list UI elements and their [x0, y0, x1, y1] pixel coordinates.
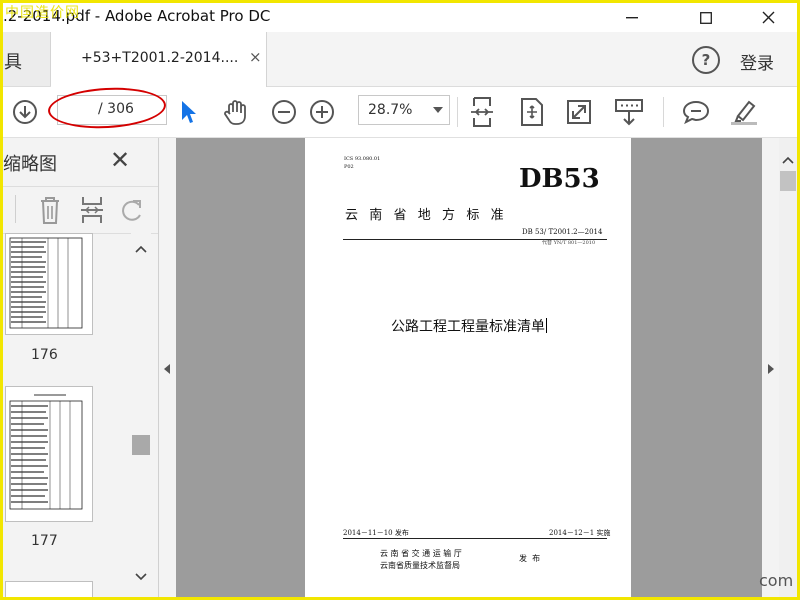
fit-width-icon	[471, 97, 493, 127]
standard-category: 云 南 省 地 方 标 准	[345, 208, 505, 223]
watermark-text: 中国造价网	[5, 5, 80, 21]
zoom-in-button[interactable]	[306, 87, 338, 137]
corner-watermark: com	[759, 571, 794, 590]
thumbnail-page-number: 177	[31, 533, 58, 549]
issuer-line-2: 云南省质量技术监督局	[380, 561, 460, 570]
page-thumbnail[interactable]	[5, 386, 93, 522]
zoom-in-icon	[310, 100, 334, 124]
tab-tools[interactable]: 具	[3, 32, 51, 86]
title-bar: .2-2014.pdf - Adobe Acrobat Pro DC 中国造价网	[3, 3, 797, 32]
replaces-code: 代替 YN/T 801—2010	[542, 240, 596, 246]
tab-document[interactable]: +53+T2001.2-2014.... ×	[51, 32, 267, 87]
thumbnail-image	[9, 394, 83, 510]
issuer-line-1: 云 南 省 交 通 运 输 厅	[380, 549, 462, 558]
chevron-right-icon	[768, 364, 774, 374]
standard-number: DB 53/ T2001.2—2014	[522, 228, 603, 236]
pdf-page[interactable]: ICS 93.080.01 P02 DB53 云 南 省 地 方 标 准 DB …	[305, 138, 631, 597]
chevron-down-icon	[433, 107, 443, 113]
implement-date: 2014－12－1 实施	[549, 529, 611, 537]
comment-icon	[682, 100, 710, 125]
undo-rotate-icon[interactable]	[119, 197, 145, 223]
document-title[interactable]: 公路工程工程量标准清单	[391, 316, 547, 336]
rotate-view-button[interactable]	[515, 87, 549, 137]
page-down-icon	[13, 100, 37, 124]
minimize-icon	[626, 16, 638, 18]
app-window: .2-2014.pdf - Adobe Acrobat Pro DC 中国造价网…	[3, 3, 797, 597]
tab-bar: 具 +53+T2001.2-2014.... × ? 登录	[3, 32, 797, 87]
toolbar-divider	[457, 97, 458, 127]
chevron-left-icon	[164, 364, 170, 374]
right-panel-toggle[interactable]	[762, 138, 779, 597]
standard-code: DB53	[519, 164, 600, 194]
zoom-out-icon	[272, 100, 296, 124]
next-page-button[interactable]	[7, 87, 43, 137]
thumbnail-scrollbar[interactable]	[131, 233, 151, 597]
panel-close-icon[interactable]: ✕	[110, 146, 130, 174]
highlight-button[interactable]	[727, 87, 761, 137]
toolbar-divider	[663, 97, 664, 127]
hand-tool-icon	[224, 100, 246, 125]
thumbnail-toolbar	[3, 186, 158, 234]
panel-title: 缩略图	[3, 154, 57, 175]
document-scrollbar[interactable]	[779, 138, 797, 597]
scrollbar-thumb[interactable]	[132, 435, 150, 455]
class-code: P02	[344, 164, 354, 170]
maximize-icon	[700, 11, 712, 24]
full-screen-button[interactable]	[562, 87, 596, 137]
main-toolbar: / 306 28.7%	[3, 84, 797, 138]
delete-page-icon[interactable]	[37, 195, 63, 225]
read-mode-icon	[615, 99, 643, 126]
tab-close-icon[interactable]: ×	[249, 48, 262, 66]
tab-tools-label: 具	[4, 52, 22, 73]
scrollbar-thumb[interactable]	[780, 171, 796, 191]
left-panel-toggle[interactable]	[159, 138, 176, 597]
thumbnail-list[interactable]: 176 177	[3, 233, 131, 597]
issue-word: 发 布	[519, 554, 541, 563]
fit-width-button[interactable]	[465, 87, 499, 137]
hand-tool-button[interactable]	[217, 87, 253, 137]
login-link[interactable]: 登录	[740, 49, 774, 74]
zoom-out-button[interactable]	[268, 87, 300, 137]
page-thumbnail[interactable]	[5, 581, 93, 597]
chevron-down-icon[interactable]	[135, 573, 147, 581]
page-thumbnail[interactable]	[5, 233, 93, 335]
select-tool-button[interactable]	[173, 87, 203, 137]
close-window-button[interactable]	[745, 3, 791, 32]
toolbar-divider	[15, 195, 16, 223]
comment-button[interactable]	[679, 87, 713, 137]
close-icon	[762, 11, 774, 24]
text-cursor	[546, 318, 547, 333]
maximize-button[interactable]	[683, 3, 729, 32]
thumbnail-panel: 缩略图 ✕ 176 177	[3, 138, 159, 597]
document-title-text: 公路工程工程量标准清单	[391, 319, 545, 335]
zoom-level-value: 28.7%	[368, 102, 413, 118]
thumbnail-image	[9, 237, 83, 329]
zoom-level-dropdown[interactable]: 28.7%	[358, 95, 450, 125]
highlight-pen-icon	[731, 100, 757, 125]
thumbnail-page-number: 176	[31, 347, 58, 363]
rotate-view-icon	[521, 98, 543, 126]
insert-page-icon[interactable]	[79, 195, 105, 225]
footer-rule	[343, 538, 607, 539]
document-view[interactable]: ICS 93.080.01 P02 DB53 云 南 省 地 方 标 准 DB …	[159, 138, 779, 597]
minimize-button[interactable]	[609, 3, 655, 32]
tab-document-label: +53+T2001.2-2014....	[81, 50, 239, 66]
chevron-up-icon[interactable]	[135, 245, 147, 253]
chevron-up-icon[interactable]	[782, 156, 794, 164]
ics-code: ICS 93.080.01	[344, 156, 381, 162]
select-cursor-icon	[182, 101, 196, 123]
full-screen-icon	[567, 100, 591, 124]
read-mode-button[interactable]	[609, 87, 649, 137]
publish-date: 2014－11－10 发布	[343, 529, 409, 537]
help-button[interactable]: ?	[692, 46, 720, 74]
